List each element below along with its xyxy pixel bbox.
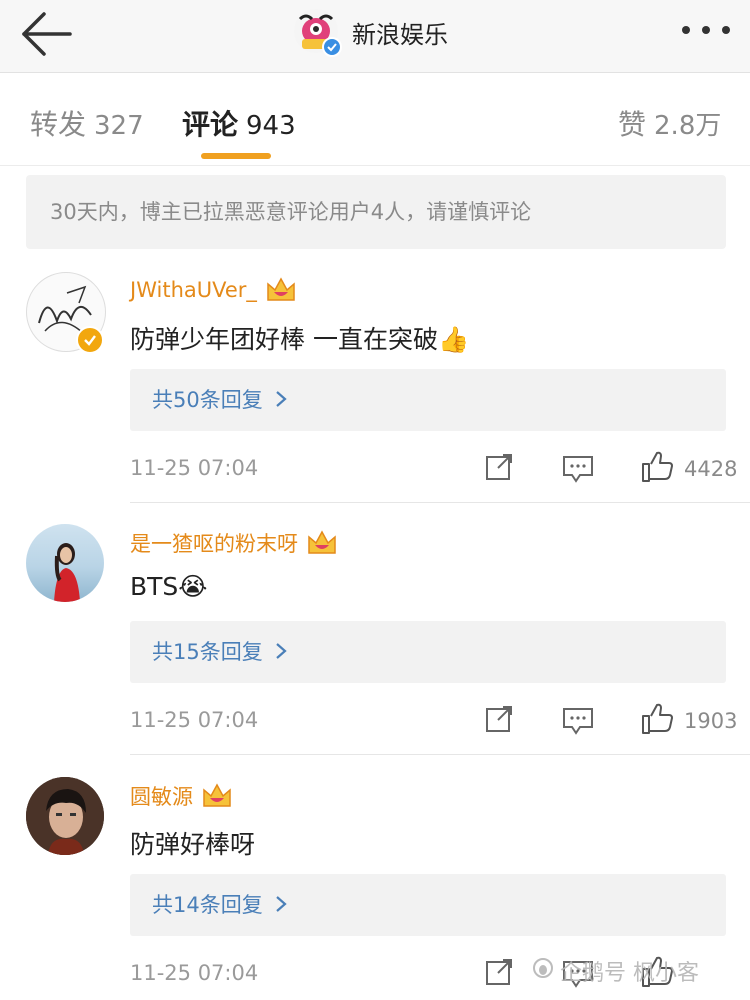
like-count: 1903: [684, 709, 738, 733]
username-text: JWithaUVer_: [130, 278, 257, 302]
verified-check-icon: [76, 326, 104, 354]
comment-text: 防弹好棒呀: [130, 830, 256, 859]
comment-text: BTS😭: [130, 572, 208, 601]
verified-check-icon: [322, 37, 342, 57]
comment-item: JWithaUVer_ 防弹少年团好棒 一直在突破👍 共50条回复 11-25 …: [0, 268, 750, 503]
crown-badge-icon: [306, 529, 338, 557]
username-text: 是一猹呕的粉末呀: [130, 532, 298, 556]
tab-bar: 转发 327 评论 943 赞 2.8万: [0, 73, 750, 166]
thumbs-up-icon: [640, 450, 674, 488]
top-bar: 新浪娱乐: [0, 0, 750, 73]
tab-count: 327: [94, 111, 144, 141]
tab-label: 赞: [618, 108, 647, 141]
avatar[interactable]: [26, 777, 104, 855]
share-icon[interactable]: [484, 452, 514, 486]
comment-time: 11-25 07:04: [130, 456, 259, 480]
like-button[interactable]: 1903: [640, 702, 737, 740]
reply-count-link[interactable]: 共50条回复: [130, 369, 726, 431]
watermark-text: 企鹅号 枫小客: [560, 961, 699, 986]
account-logo: [292, 7, 342, 57]
username[interactable]: 是一猹呕的粉末呀: [130, 528, 338, 558]
tab-count: 943: [246, 111, 296, 141]
tab-likes[interactable]: 赞 2.8万: [618, 103, 721, 143]
tab-comments[interactable]: 评论 943: [182, 103, 296, 143]
active-tab-indicator: [201, 153, 271, 159]
tab-label: 转发: [30, 108, 87, 141]
reply-comment-icon[interactable]: [562, 706, 594, 740]
like-count: 4428: [684, 457, 738, 481]
username[interactable]: JWithaUVer_: [130, 276, 297, 304]
tab-reposts[interactable]: 转发 327: [30, 103, 144, 143]
tab-label: 评论: [182, 108, 239, 141]
crown-badge-icon: [201, 782, 233, 810]
penguin-logo-icon: [532, 957, 554, 985]
account-header[interactable]: 新浪娱乐: [292, 7, 448, 57]
divider: [130, 754, 750, 755]
like-button[interactable]: 4428: [640, 450, 737, 488]
reply-count-label: 共50条回复: [152, 388, 263, 412]
share-icon[interactable]: [484, 957, 514, 991]
reply-comment-icon[interactable]: [562, 454, 594, 488]
reply-count-label: 共14条回复: [152, 893, 263, 917]
chevron-right-icon: [275, 875, 288, 937]
comment-item: 是一猹呕的粉末呀 BTS😭 共15条回复 11-25 07:04 1903: [0, 520, 750, 755]
account-name: 新浪娱乐: [352, 20, 448, 49]
comment-time: 11-25 07:04: [130, 708, 259, 732]
username-text: 圆敏源: [130, 785, 193, 809]
tab-count: 2.8万: [654, 111, 722, 141]
share-icon[interactable]: [484, 704, 514, 738]
divider: [130, 502, 750, 503]
comment-text: 防弹少年团好棒 一直在突破👍: [130, 325, 470, 354]
comment-time: 11-25 07:04: [130, 961, 259, 985]
reply-count-link[interactable]: 共15条回复: [130, 621, 726, 683]
crown-badge-icon: [265, 276, 297, 304]
username[interactable]: 圆敏源: [130, 781, 233, 811]
reply-count-link[interactable]: 共14条回复: [130, 874, 726, 936]
chevron-right-icon: [275, 622, 288, 684]
watermark: 企鹅号 枫小客: [532, 955, 699, 987]
more-dots-icon[interactable]: [676, 10, 736, 50]
thumbs-up-icon: [640, 702, 674, 740]
reply-count-label: 共15条回复: [152, 640, 263, 664]
block-notice: 30天内，博主已拉黑恶意评论用户4人，请谨慎评论: [26, 175, 726, 249]
back-arrow-icon[interactable]: [16, 8, 76, 58]
avatar[interactable]: [26, 524, 104, 602]
chevron-right-icon: [275, 370, 288, 432]
